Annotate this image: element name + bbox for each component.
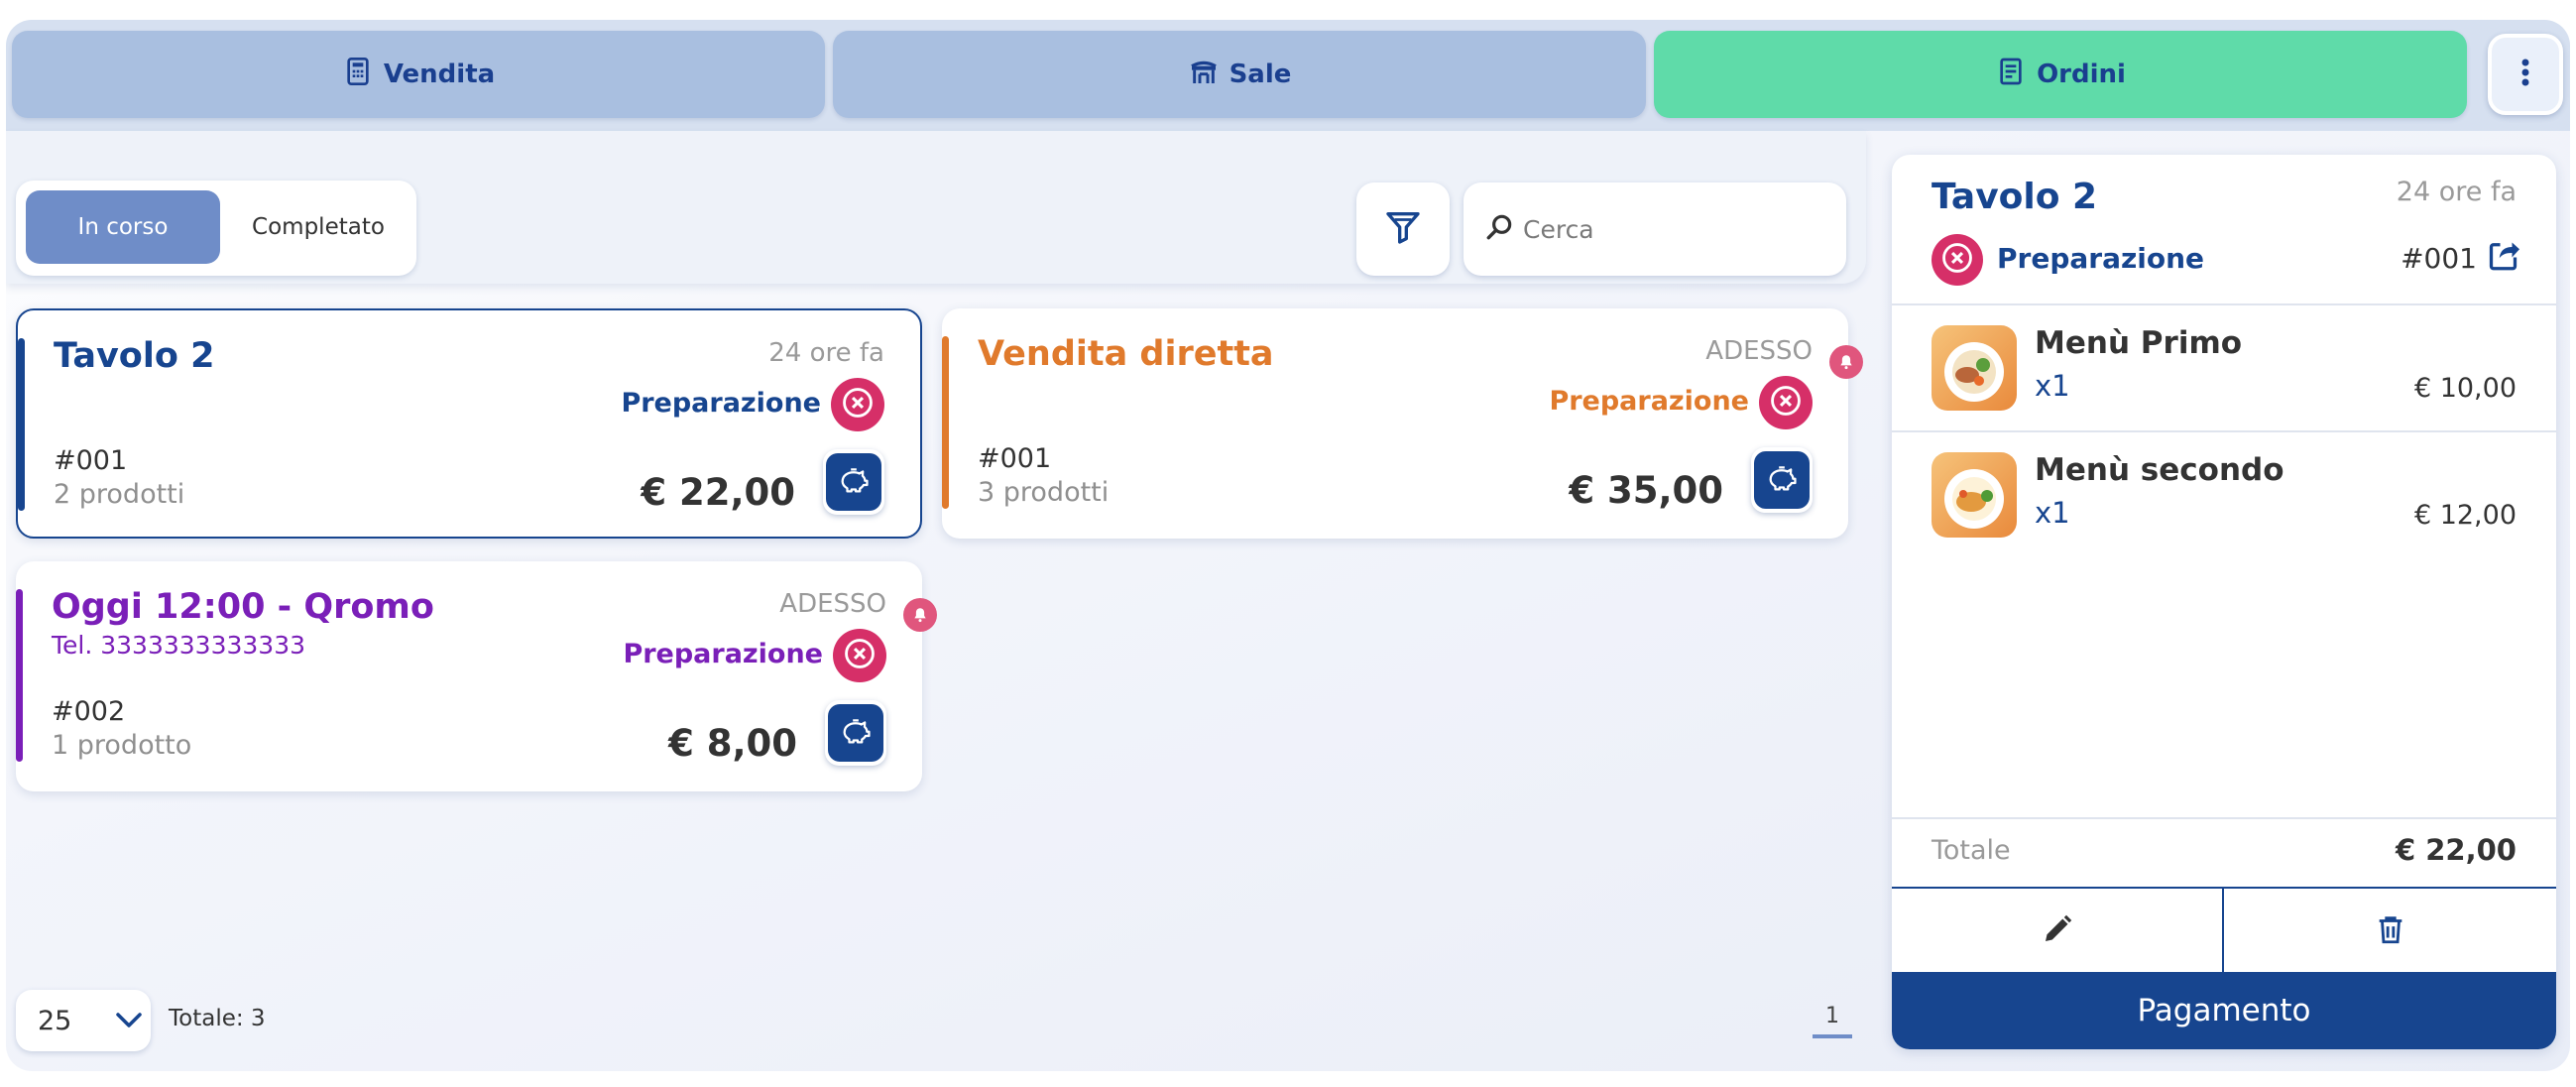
piggy-bank-icon [839, 714, 873, 752]
order-card-vendita-diretta[interactable]: Vendita diretta ADESSO Preparazione #001… [942, 308, 1848, 539]
pencil-icon [2040, 911, 2075, 951]
card-accent-bar [16, 589, 23, 762]
order-number: #002 [52, 696, 126, 727]
cash-register-icon [342, 56, 374, 94]
total-label: Totale [1932, 835, 2011, 866]
filter-button[interactable] [1356, 182, 1450, 276]
close-circle-icon [1769, 384, 1803, 422]
order-price: € 8,00 [668, 722, 797, 765]
tab-ordini-label: Ordini [2037, 60, 2126, 89]
item-price: € 12,00 [2413, 500, 2517, 531]
detail-number: #001 [2400, 242, 2477, 275]
total-value: € 22,00 [2395, 833, 2517, 867]
total-count: Totale: 3 [169, 1006, 266, 1031]
search-icon [1483, 211, 1515, 247]
order-product-count: 3 prodotti [978, 477, 1110, 508]
divider [1892, 817, 2556, 819]
order-detail-panel: Tavolo 2 24 ore fa Preparazione #001 Men… [1892, 155, 2556, 1049]
order-time: 24 ore fa [768, 338, 884, 368]
order-number: #001 [978, 443, 1052, 474]
detail-time: 24 ore fa [2396, 177, 2517, 207]
tab-vendita[interactable]: Vendita [12, 31, 825, 118]
search-input[interactable] [1523, 214, 1820, 244]
piggy-bank-icon [837, 463, 871, 501]
detail-item[interactable]: Menù Primo x1 € 10,00 [1892, 305, 2556, 430]
item-name: Menù Primo [2035, 325, 2243, 361]
order-price: € 35,00 [1569, 469, 1723, 512]
cancel-order-button[interactable] [831, 378, 884, 431]
tab-ordini[interactable]: Ordini [1654, 31, 2467, 118]
order-title: Vendita diretta [978, 334, 1274, 374]
order-status: Preparazione [623, 639, 823, 669]
notification-bell-icon [1829, 345, 1863, 379]
table-chairs-icon [1188, 56, 1220, 94]
order-title: Tavolo 2 [54, 336, 215, 376]
order-time: ADESSO [779, 589, 886, 619]
tab-sale[interactable]: Sale [833, 31, 1646, 118]
segment-completato[interactable]: Completato [226, 190, 410, 264]
close-circle-icon [841, 386, 875, 423]
close-circle-icon [843, 637, 877, 674]
order-phone: Tel. 3333333333333 [52, 631, 306, 660]
piggy-bank-icon [1765, 461, 1799, 499]
filter-bar: In corso Completato [6, 131, 1866, 284]
close-circle-icon [1940, 241, 1974, 279]
page-size-select[interactable]: 25 [16, 990, 151, 1051]
piggy-bank-button[interactable] [825, 700, 886, 766]
piggy-bank-button[interactable] [823, 449, 884, 515]
dish-image-icon [1932, 325, 2017, 411]
order-product-count: 1 prodotto [52, 730, 192, 761]
payment-button[interactable]: Pagamento [1892, 972, 2556, 1049]
page-number-button[interactable]: 1 [1813, 1004, 1852, 1038]
item-qty: x1 [2035, 496, 2070, 530]
tab-sale-label: Sale [1229, 60, 1292, 89]
more-menu-button[interactable] [2488, 34, 2563, 115]
item-qty: x1 [2035, 369, 2070, 403]
app-window: Vendita Sale Ordini In corso Completato [6, 20, 2570, 1071]
cancel-order-button[interactable] [1932, 234, 1983, 286]
kebab-menu-icon [2519, 58, 2531, 91]
notification-bell-icon [903, 598, 937, 632]
order-card-tavolo-2[interactable]: Tavolo 2 24 ore fa Preparazione #001 2 p… [16, 308, 922, 539]
receipt-icon [1995, 56, 2027, 94]
segment-in-corso[interactable]: In corso [26, 190, 220, 264]
order-card-qromo[interactable]: Oggi 12:00 - Qromo Tel. 3333333333333 AD… [16, 561, 922, 791]
order-product-count: 2 prodotti [54, 479, 185, 510]
cancel-order-button[interactable] [833, 629, 886, 682]
dish-image-icon [1932, 452, 2017, 538]
delete-button[interactable] [2224, 889, 2556, 974]
order-title: Oggi 12:00 - Qromo [52, 587, 434, 627]
search-field[interactable] [1464, 182, 1846, 276]
detail-item[interactable]: Menù secondo x1 € 12,00 [1892, 432, 2556, 557]
item-name: Menù secondo [2035, 452, 2284, 488]
card-accent-bar [18, 338, 25, 511]
cancel-order-button[interactable] [1759, 376, 1813, 429]
piggy-bank-button[interactable] [1751, 447, 1813, 513]
top-tab-bar: Vendita Sale Ordini [6, 20, 2570, 131]
order-time: ADESSO [1705, 336, 1813, 366]
order-status: Preparazione [621, 388, 821, 419]
detail-title: Tavolo 2 [1932, 177, 2098, 217]
chevron-down-icon [115, 1006, 143, 1036]
status-segmented-control: In corso Completato [16, 181, 416, 276]
card-accent-bar [942, 336, 949, 509]
order-price: € 22,00 [641, 471, 795, 514]
tab-vendita-label: Vendita [383, 60, 496, 89]
share-icon[interactable] [2487, 238, 2522, 274]
trash-icon [2374, 911, 2407, 951]
edit-button[interactable] [1892, 889, 2224, 974]
order-status: Preparazione [1549, 386, 1749, 417]
detail-status: Preparazione [1997, 242, 2205, 275]
item-price: € 10,00 [2413, 373, 2517, 404]
page-size-value: 25 [38, 1005, 72, 1036]
funnel-icon [1383, 207, 1423, 251]
detail-actions [1892, 887, 2556, 974]
order-number: #001 [54, 445, 128, 476]
